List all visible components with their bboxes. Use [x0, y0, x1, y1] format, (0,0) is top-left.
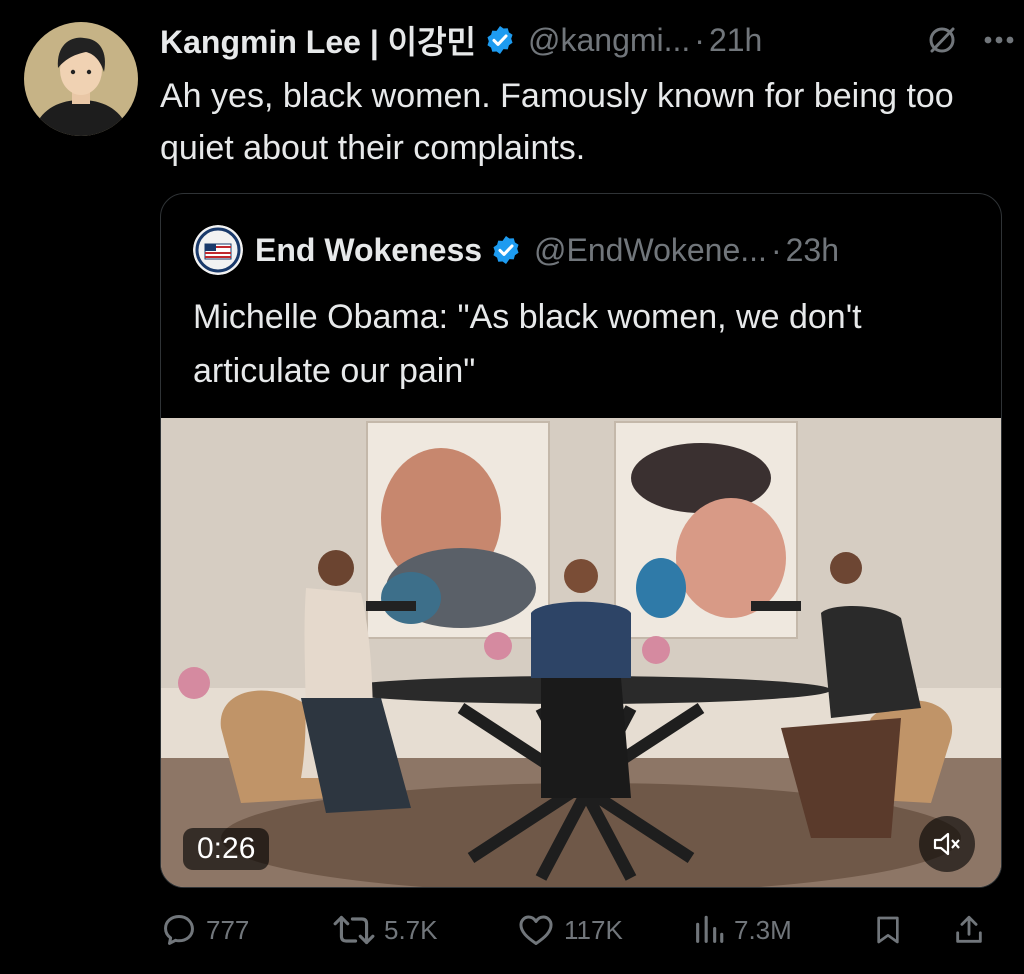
video-frame	[161, 418, 1001, 887]
share-icon	[956, 915, 982, 943]
reply-icon	[164, 915, 194, 945]
tweet-header: Kangmin Lee | 이강민 @kangmi... · 21h	[160, 18, 1014, 62]
bookmark-button[interactable]	[872, 911, 952, 949]
like-count: 117K	[564, 914, 623, 945]
quoted-tweet-header: End Wokeness @EndWokene... · 23h	[193, 224, 839, 276]
verified-badge-icon	[484, 24, 516, 56]
like-icon	[519, 915, 553, 945]
grok-icon[interactable]	[926, 24, 958, 56]
video-duration: 0:26	[183, 828, 270, 870]
author-name[interactable]: Kangmin Lee | 이강민	[160, 17, 476, 63]
quoted-tweet[interactable]: End Wokeness @EndWokene... · 23h Michell…	[160, 193, 1002, 888]
share-button[interactable]	[952, 911, 994, 949]
more-icon[interactable]	[984, 35, 1014, 45]
views-icon	[696, 915, 724, 943]
tweet-text: Ah yes, black women. Famously known for …	[160, 77, 954, 167]
action-bar: 777 5.7K 117K 7.3M	[160, 900, 1000, 960]
author-avatar[interactable]	[24, 22, 138, 136]
volume-mute-icon[interactable]	[919, 816, 975, 872]
quoted-tweet-time[interactable]: 23h	[786, 232, 839, 269]
views-count: 7.3M	[734, 914, 792, 945]
like-button[interactable]: 117K	[516, 911, 692, 949]
separator-dot: ·	[694, 21, 705, 58]
quoted-author-name[interactable]: End Wokeness	[255, 232, 482, 269]
reply-count: 777	[206, 914, 250, 945]
quoted-author-handle[interactable]: @EndWokene...	[534, 232, 767, 269]
tweet-time[interactable]: 21h	[709, 22, 762, 59]
quoted-author-avatar[interactable]	[193, 225, 243, 275]
video-player[interactable]: 0:26	[161, 418, 1001, 887]
views-button[interactable]: 7.3M	[692, 911, 872, 949]
verified-badge-icon	[490, 234, 522, 266]
repost-button[interactable]: 5.7K	[332, 911, 516, 949]
bookmark-icon	[877, 916, 899, 944]
reply-button[interactable]: 777	[160, 911, 332, 949]
repost-count: 5.7K	[384, 914, 438, 945]
separator-dot: ·	[770, 231, 782, 268]
quoted-tweet-text: Michelle Obama: "As black women, we don'…	[193, 298, 862, 390]
repost-icon	[333, 915, 375, 945]
author-handle[interactable]: @kangmi...	[528, 22, 690, 59]
